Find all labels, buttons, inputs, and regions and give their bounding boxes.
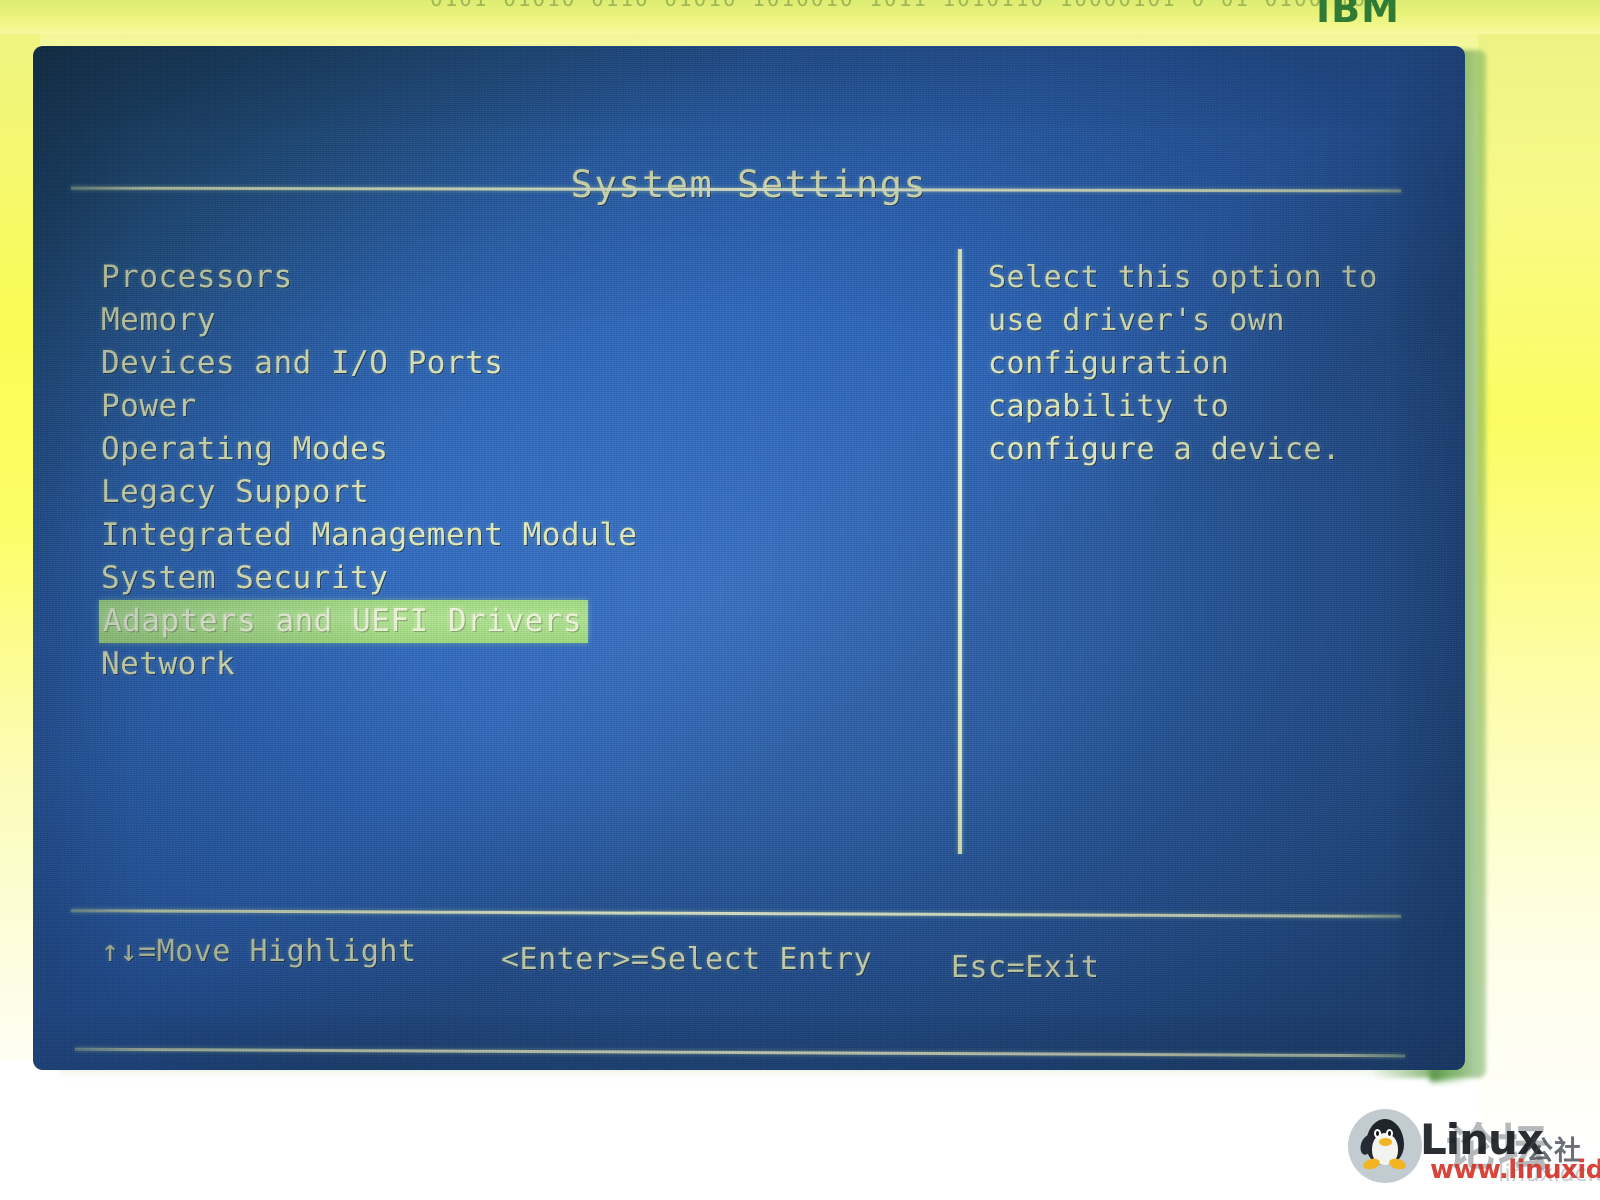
site-watermark: 论坛网 Linux 公社 linuxidc.com www.linuxidc.c… bbox=[1338, 1103, 1600, 1193]
help-line: configure a device. bbox=[988, 432, 1341, 467]
menu-item-power[interactable]: Power bbox=[99, 385, 929, 428]
photo-background: 0101 01010 0110 01010 1010010 1011 10101… bbox=[0, 0, 1600, 1200]
bios-screen: System Settings Processors Memory Device… bbox=[33, 46, 1465, 1070]
help-line: configuration bbox=[988, 346, 1230, 381]
help-line: Select this option to bbox=[988, 260, 1378, 295]
page-title: System Settings bbox=[570, 163, 928, 206]
menu-item-memory[interactable]: Memory bbox=[99, 299, 929, 342]
help-line: capability to bbox=[988, 389, 1230, 424]
top-binary-banner: 0101 01010 0110 01010 1010010 1011 10101… bbox=[0, 0, 1600, 34]
watermark-url: www.linuxidc.com bbox=[1430, 1155, 1600, 1185]
menu-item-devices-and-io-ports[interactable]: Devices and I/O Ports bbox=[99, 342, 929, 385]
hint-exit: Esc=Exit bbox=[951, 950, 1100, 985]
help-line: use driver's own bbox=[988, 303, 1285, 338]
bezel-glare-right bbox=[1478, 0, 1600, 1200]
menu-item-network[interactable]: Network bbox=[99, 643, 929, 686]
footer-divider-line-top bbox=[70, 909, 1402, 918]
menu-item-system-security[interactable]: System Security bbox=[99, 557, 929, 600]
hint-select-entry: <Enter>=Select Entry bbox=[501, 942, 873, 977]
hint-move-highlight: ↑↓=Move Highlight bbox=[101, 934, 417, 969]
ibm-logo: IBM bbox=[1316, 0, 1400, 31]
menu-item-legacy-support[interactable]: Legacy Support bbox=[99, 471, 929, 514]
menu-item-operating-modes[interactable]: Operating Modes bbox=[99, 428, 929, 471]
settings-menu-list[interactable]: Processors Memory Devices and I/O Ports … bbox=[99, 256, 929, 686]
key-hints-bar: ↑↓=Move Highlight <Enter>=Select Entry E… bbox=[33, 934, 1465, 994]
footer-divider-line-bottom bbox=[75, 1047, 1405, 1058]
menu-item-processors[interactable]: Processors bbox=[99, 256, 929, 299]
help-panel: Select this option to use driver's own c… bbox=[988, 256, 1438, 471]
binary-digits-text: 0101 01010 0110 01010 1010010 1011 10101… bbox=[430, 0, 1396, 12]
vertical-divider-line bbox=[958, 249, 962, 854]
menu-item-adapters-and-uefi-drivers[interactable]: Adapters and UEFI Drivers bbox=[99, 600, 589, 643]
tux-penguin-icon bbox=[1348, 1109, 1422, 1183]
menu-item-integrated-management-module[interactable]: Integrated Management Module bbox=[99, 514, 929, 557]
